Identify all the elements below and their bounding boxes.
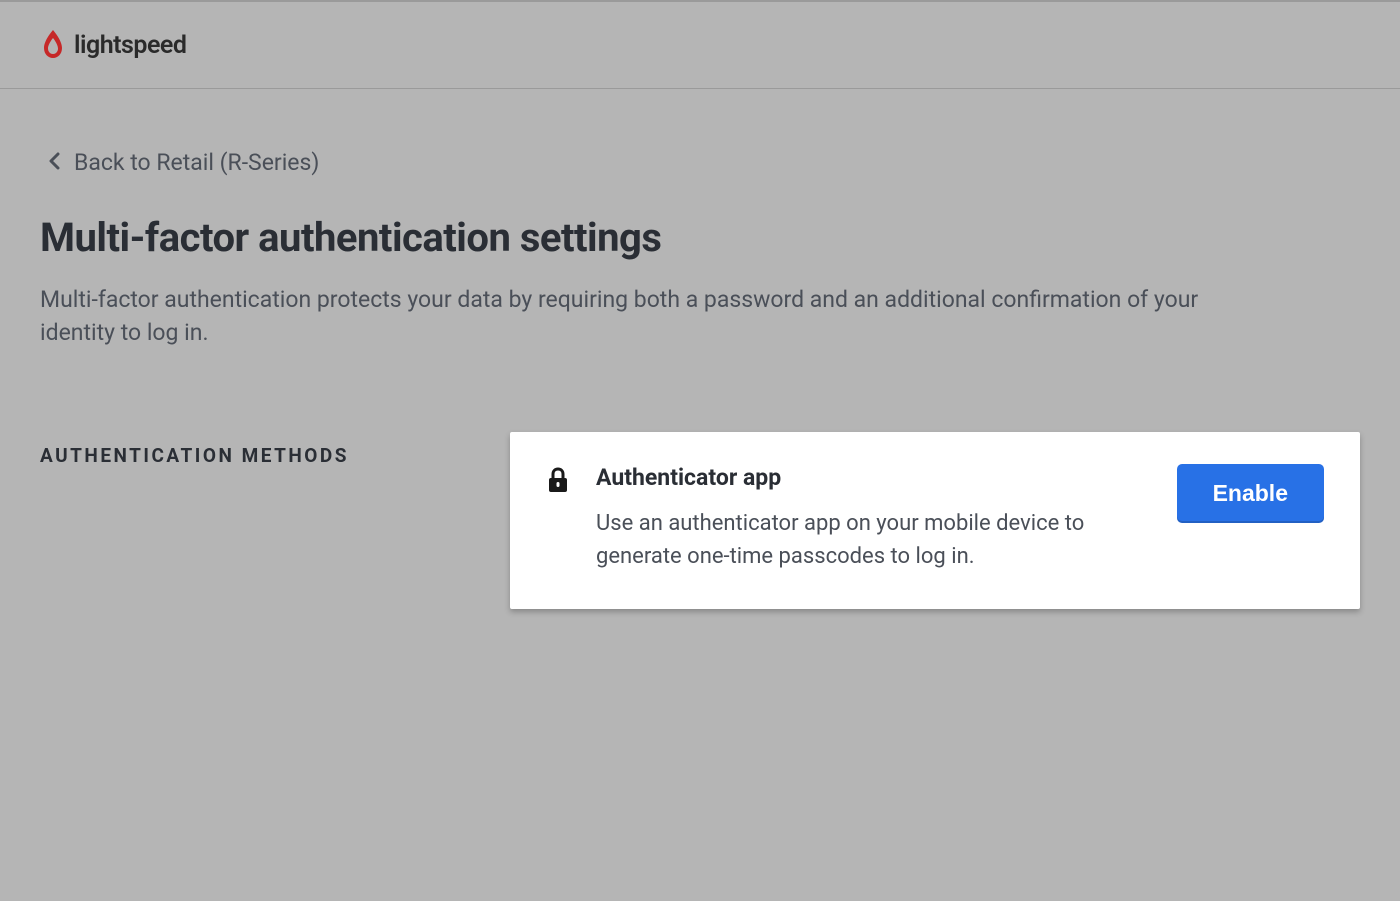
authentication-methods-section: AUTHENTICATION METHODS Authenticator app… [40,432,1360,609]
method-description: Use an authenticator app on your mobile … [596,507,1126,573]
section-heading: AUTHENTICATION METHODS [40,432,470,467]
chevron-left-icon [48,151,60,175]
enable-button[interactable]: Enable [1177,464,1324,523]
page-description: Multi-factor authentication protects you… [40,283,1240,350]
back-link[interactable]: Back to Retail (R-Series) [48,149,1360,176]
method-title: Authenticator app [596,464,1151,491]
page-content: Back to Retail (R-Series) Multi-factor a… [0,89,1400,669]
brand-name: lightspeed [74,31,186,60]
method-text-block: Authenticator app Use an authenticator a… [596,464,1151,573]
lock-icon [546,464,570,498]
page-title: Multi-factor authentication settings [40,214,1360,261]
back-link-label: Back to Retail (R-Series) [74,149,319,176]
lightspeed-flame-icon [40,30,66,60]
header-bar: lightspeed [0,0,1400,89]
authenticator-app-card: Authenticator app Use an authenticator a… [510,432,1360,609]
brand-logo[interactable]: lightspeed [40,30,186,60]
